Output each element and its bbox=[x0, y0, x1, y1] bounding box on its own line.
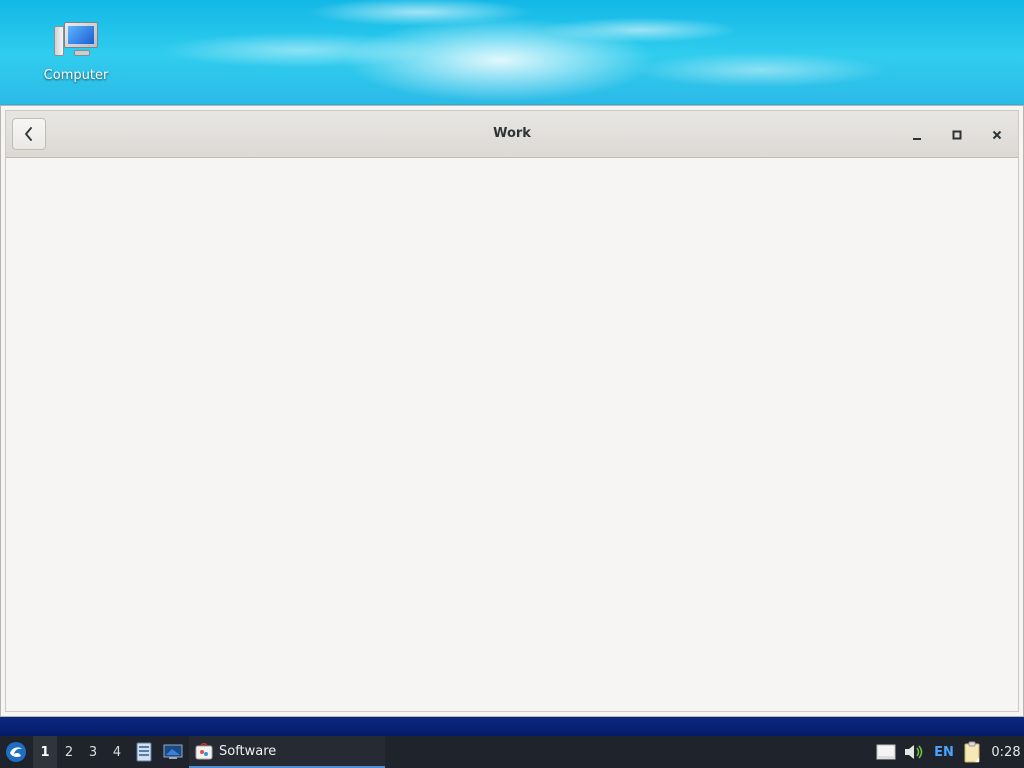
maximize-icon bbox=[952, 130, 962, 140]
maximize-button[interactable] bbox=[946, 124, 968, 146]
minimize-icon bbox=[913, 138, 921, 140]
tray-keyboard-layout[interactable]: EN bbox=[933, 736, 955, 768]
file-manager-icon bbox=[136, 742, 152, 762]
workspace-4[interactable]: 4 bbox=[105, 736, 129, 768]
task-software[interactable]: Software bbox=[189, 736, 385, 768]
window-frame: Work bbox=[5, 110, 1019, 712]
volume-icon bbox=[905, 745, 923, 759]
window-title: Work bbox=[493, 126, 531, 141]
lxqt-menu-icon bbox=[6, 742, 26, 762]
workspace-2[interactable]: 2 bbox=[57, 736, 81, 768]
quicklaunch-desktop[interactable] bbox=[161, 736, 185, 768]
tray-volume[interactable] bbox=[902, 736, 926, 768]
app-window: Work bbox=[0, 105, 1024, 717]
quicklaunch-file-manager[interactable] bbox=[133, 736, 155, 768]
close-button[interactable] bbox=[986, 124, 1008, 146]
software-icon bbox=[195, 743, 213, 760]
wallpaper bbox=[0, 0, 1024, 110]
tray-clipboard[interactable] bbox=[961, 736, 983, 768]
workspace-1[interactable]: 1 bbox=[33, 736, 57, 768]
desktop-switch-icon bbox=[163, 744, 183, 759]
clipboard-icon bbox=[964, 741, 980, 763]
drive-icon bbox=[876, 744, 896, 760]
taskbar: 1 2 3 4 Software EN 0:28 bbox=[0, 736, 1024, 768]
computer-icon bbox=[52, 20, 100, 62]
workspace-3[interactable]: 3 bbox=[81, 736, 105, 768]
tray-clock[interactable]: 0:28 bbox=[989, 736, 1023, 768]
content-area bbox=[6, 159, 1018, 711]
start-menu-button[interactable] bbox=[2, 736, 30, 768]
desktop-icon-label: Computer bbox=[43, 68, 109, 83]
tray-drive[interactable] bbox=[874, 736, 898, 768]
desktop-icon-computer[interactable]: Computer bbox=[36, 20, 116, 90]
task-label: Software bbox=[219, 743, 277, 759]
minimize-button[interactable] bbox=[906, 124, 928, 146]
close-icon bbox=[992, 130, 1002, 140]
headerbar: Work bbox=[6, 111, 1018, 158]
